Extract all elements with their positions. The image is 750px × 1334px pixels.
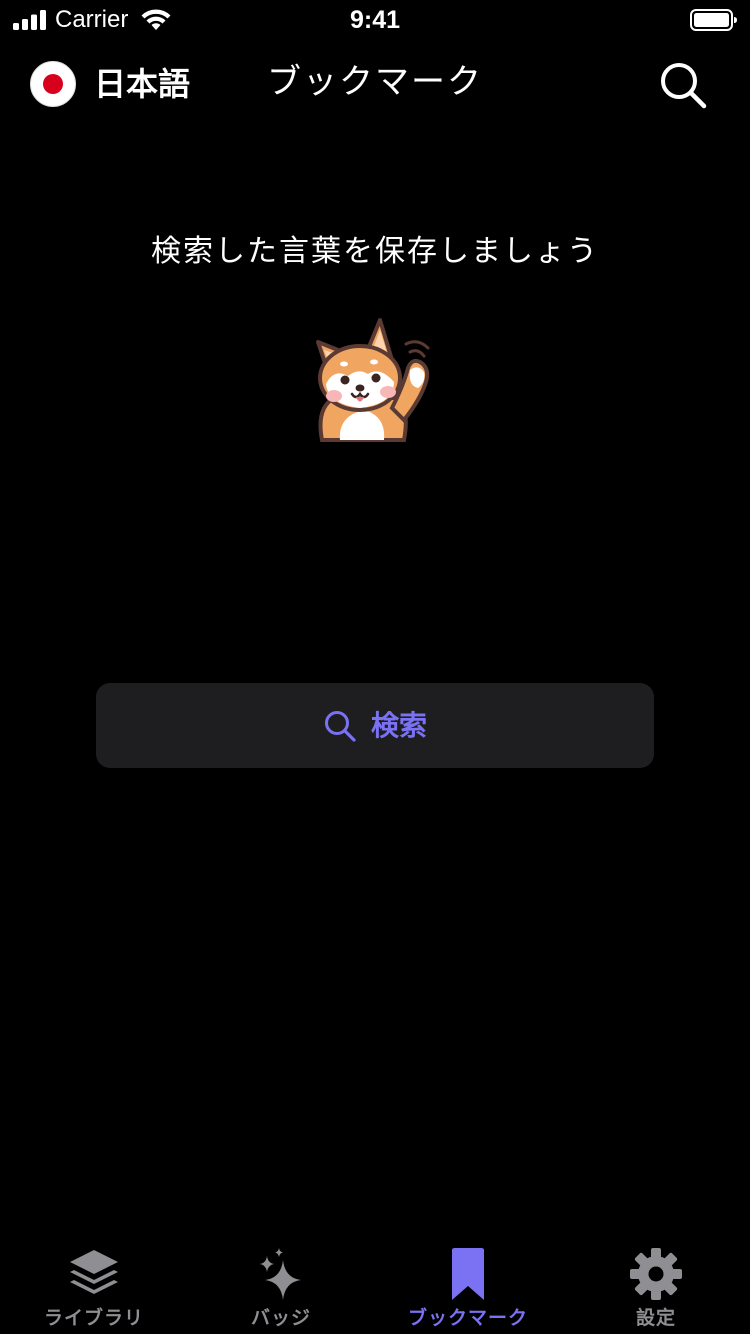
bookmark-icon	[452, 1248, 484, 1300]
sparkle-icon	[260, 1248, 301, 1300]
tab-badges[interactable]: バッジ	[187, 1236, 375, 1334]
gear-icon	[630, 1248, 682, 1300]
search-icon[interactable]	[656, 58, 710, 112]
tab-label: ライブラリ	[43, 1307, 144, 1329]
status-time: 9:41	[349, 6, 401, 34]
tab-settings[interactable]: 設定	[562, 1236, 750, 1334]
empty-state-message: 検索した言葉を保存しましょう	[151, 234, 599, 269]
tab-bookmark[interactable]: ブックマーク	[374, 1236, 562, 1334]
tab-label: ブックマーク	[407, 1307, 528, 1329]
stack-layers-icon	[70, 1250, 118, 1294]
tab-label: バッジ	[250, 1307, 311, 1329]
navigation-bar: 日本語 ブックマーク	[0, 40, 750, 130]
search-button[interactable]: 検索	[96, 683, 654, 768]
search-icon	[324, 710, 356, 742]
search-button-label: 検索	[370, 708, 427, 742]
status-bar: Carrier 9:41	[0, 0, 750, 40]
tab-bar: ライブラリ バッジ ブックマーク 設定	[0, 1236, 750, 1334]
battery-icon	[690, 9, 737, 31]
tab-library[interactable]: ライブラリ	[0, 1236, 188, 1334]
tab-label: 設定	[635, 1307, 676, 1329]
shiba-dog-waving-icon	[316, 318, 430, 442]
page-title: ブックマーク	[267, 62, 483, 102]
